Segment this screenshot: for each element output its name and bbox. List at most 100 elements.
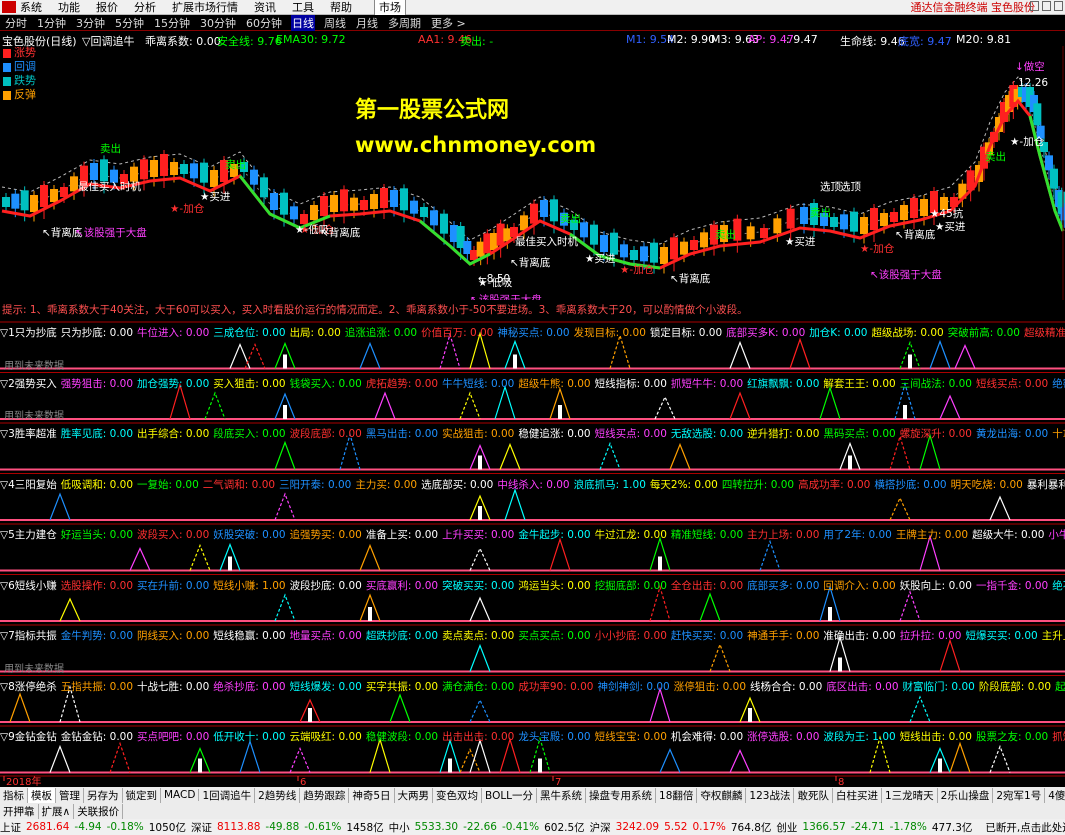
- panel-indicator-value: 涨停选股: 0.00: [747, 731, 820, 743]
- panel-indicator-value: 短线出击: 0.00: [899, 731, 972, 743]
- panel-formula-name[interactable]: ▽4三阳复始: [0, 479, 57, 491]
- chart-annotation: ★买进: [785, 236, 816, 248]
- signal-spike: [204, 391, 226, 420]
- panel-indicator-value: 实战狙击: 0.00: [442, 428, 515, 440]
- sz-percent: -0.61%: [304, 821, 342, 833]
- formula-tab[interactable]: 黑牛系统: [537, 787, 587, 803]
- panel-indicator-value: 精准短线: 0.00: [670, 529, 744, 541]
- formula-tab[interactable]: 4傻买傻卖: [1045, 788, 1065, 803]
- formula-tab[interactable]: 关联报价: [74, 803, 124, 819]
- formula-tab[interactable]: BOLL一分: [482, 787, 538, 803]
- panel-indicator-value: 无敌选股: 0.00: [670, 428, 744, 440]
- chart-annotation: 卖出: [810, 206, 831, 219]
- formula-tab[interactable]: 白柱买进: [833, 787, 882, 803]
- formula-tab[interactable]: 夺权麒麟: [697, 787, 747, 803]
- signal-spike: [359, 543, 381, 571]
- formula-tab[interactable]: 大两男: [395, 787, 434, 803]
- signal-spike: [819, 386, 841, 420]
- signal-spike: [499, 442, 521, 470]
- formula-tab[interactable]: 2趋势线: [255, 787, 301, 803]
- panel-title-row: ▽5主力建仓 好运当头: 0.00 波段买入: 0.00 妖股突破: 0.00 追强势买…: [0, 527, 1065, 542]
- formula-tab[interactable]: 敢死队: [794, 787, 833, 803]
- formula-tab[interactable]: 2乐山操盘: [938, 787, 994, 803]
- panel-indicator-value: 加仓强势: 0.00: [137, 377, 210, 390]
- panel-formula-name[interactable]: ▽7指标共振: [0, 630, 57, 642]
- panel-indicator-value: 四转拉升: 0.00: [721, 478, 795, 491]
- chart-annotation: ←8.50: [478, 273, 510, 285]
- signal-spike: [299, 698, 321, 723]
- chart-annotation: ★买进: [200, 191, 231, 203]
- formula-tab[interactable]: 模板: [28, 787, 56, 803]
- panel-indicator-value: 神通手手: 0.00: [747, 630, 820, 642]
- signal-bar: [478, 506, 482, 520]
- formula-tab[interactable]: MACD: [161, 789, 200, 801]
- zx-percent: -0.41%: [501, 821, 540, 833]
- signal-bar: [938, 758, 942, 773]
- panel-title-row: ▽3胜率超准 胜率见底: 0.00 出手综合: 0.00 段底买入: 0.00 波段底部…: [0, 426, 1065, 441]
- formula-tab[interactable]: 神奇5日: [349, 787, 395, 803]
- formula-tab[interactable]: 1回调追牛: [199, 787, 256, 803]
- panel-indicator-value: 十战七胜: 0.00: [137, 680, 210, 693]
- panel-indicator-value: 稳健波段: 0.00: [365, 731, 439, 743]
- chart-annotation: 卖出: [225, 158, 246, 171]
- candle-body: [880, 213, 888, 226]
- formula-tab[interactable]: 扩展∧: [39, 803, 75, 819]
- panel-indicator-value: 三间战法: 0.00: [899, 377, 972, 390]
- panel-formula-name[interactable]: ▽5主力建仓: [0, 529, 57, 541]
- candle-body: [700, 232, 708, 248]
- signal-spike: [9, 692, 31, 723]
- candle-body: [360, 200, 368, 210]
- chart-annotation: ↖该股强于大盘: [75, 226, 147, 239]
- signal-spike: [954, 343, 976, 369]
- formula-tab[interactable]: 123战法: [746, 787, 795, 803]
- panel-formula-name[interactable]: ▽6短线小赚: [0, 580, 57, 592]
- panel-formula-name[interactable]: ▽8涨停绝杀: [0, 681, 57, 693]
- panel-indicator-value: 买字共振: 0.00: [365, 680, 439, 693]
- panel-formula-name[interactable]: ▽2强势买入: [0, 378, 57, 390]
- panel-indicator-value: 一复始: 0.00: [137, 478, 199, 491]
- panel-indicator-value: 发现目标: 0.00: [573, 327, 646, 339]
- formula-tab[interactable]: 管理: [56, 787, 84, 803]
- panel-indicator-value: 十拿九稳: 0.00: [1052, 428, 1065, 440]
- formula-tab[interactable]: 趋势跟踪: [300, 787, 350, 803]
- candle-body: [1050, 168, 1058, 189]
- panel-indicator-value: 短线指标: 0.00: [594, 377, 667, 390]
- panel-indicator-value: 强势狙击: 0.00: [60, 377, 134, 390]
- panel-formula-name[interactable]: ▽1只为抄底: [0, 327, 57, 339]
- formula-tab[interactable]: 18翻倍: [656, 787, 698, 803]
- candle-body: [650, 242, 658, 263]
- panel-indicator-value: 机会难得: 0.00: [670, 731, 744, 743]
- panel-indicator-value: 金牛判势: 0.00: [60, 630, 134, 642]
- panel-indicator-value: 回调介入: 0.00: [823, 579, 896, 592]
- panel-formula-name[interactable]: ▽9金钻金钻: [0, 731, 57, 743]
- panel-indicator-value: 阶段底部: 0.00: [978, 680, 1052, 693]
- formula-tab[interactable]: 锁定到: [123, 787, 161, 803]
- panel-indicator-value: 超级牛熊: 0.00: [518, 377, 591, 390]
- formula-tab[interactable]: 变色双均: [433, 787, 483, 803]
- panel-indicator-value: 底区出击: 0.00: [826, 680, 899, 693]
- signal-spike: [654, 395, 676, 420]
- formula-tab[interactable]: 操盘专用系统: [586, 787, 657, 803]
- candle-body: [400, 188, 408, 211]
- formula-tab[interactable]: 指标: [0, 787, 28, 803]
- panel-title-row: ▽6短线小赚 选股操作: 0.00 买在升前: 0.00 短线小赚: 1.00 波段抄底…: [0, 578, 1065, 593]
- connection-message[interactable]: 已断开,点击此处连接行: [985, 820, 1065, 835]
- formula-tab[interactable]: 1三龙晴天: [882, 787, 938, 803]
- signal-spike: [274, 392, 296, 420]
- signal-bar: [748, 708, 752, 722]
- formula-tab[interactable]: 开押靠: [0, 803, 39, 819]
- candle-body: [640, 246, 648, 262]
- formula-tab[interactable]: 2宛军1号: [993, 787, 1046, 803]
- panel-indicator-value: 主力买: 0.00: [355, 478, 418, 491]
- panel-formula-name[interactable]: ▽3胜率超准: [0, 428, 57, 440]
- chart-annotation: ↖背离底: [510, 256, 551, 269]
- panel-indicator-value: 满仓满仓: 0.00: [442, 680, 515, 693]
- signal-spike: [504, 488, 526, 521]
- panel-indicator-value: 赶快买买: 0.00: [670, 630, 744, 642]
- main-candlestick-chart[interactable]: 卖出卖出卖出卖出卖出卖出最佳买入时机最佳买入时机★-加仓★-加仓★-加仓★-加仓…: [0, 0, 1065, 300]
- candle-body: [580, 222, 588, 238]
- signal-bar: [538, 758, 542, 773]
- panel-indicator-value: 小牛启动: 0.00: [1048, 529, 1065, 541]
- formula-tab[interactable]: 另存为: [84, 787, 123, 803]
- candle-body: [1045, 155, 1053, 171]
